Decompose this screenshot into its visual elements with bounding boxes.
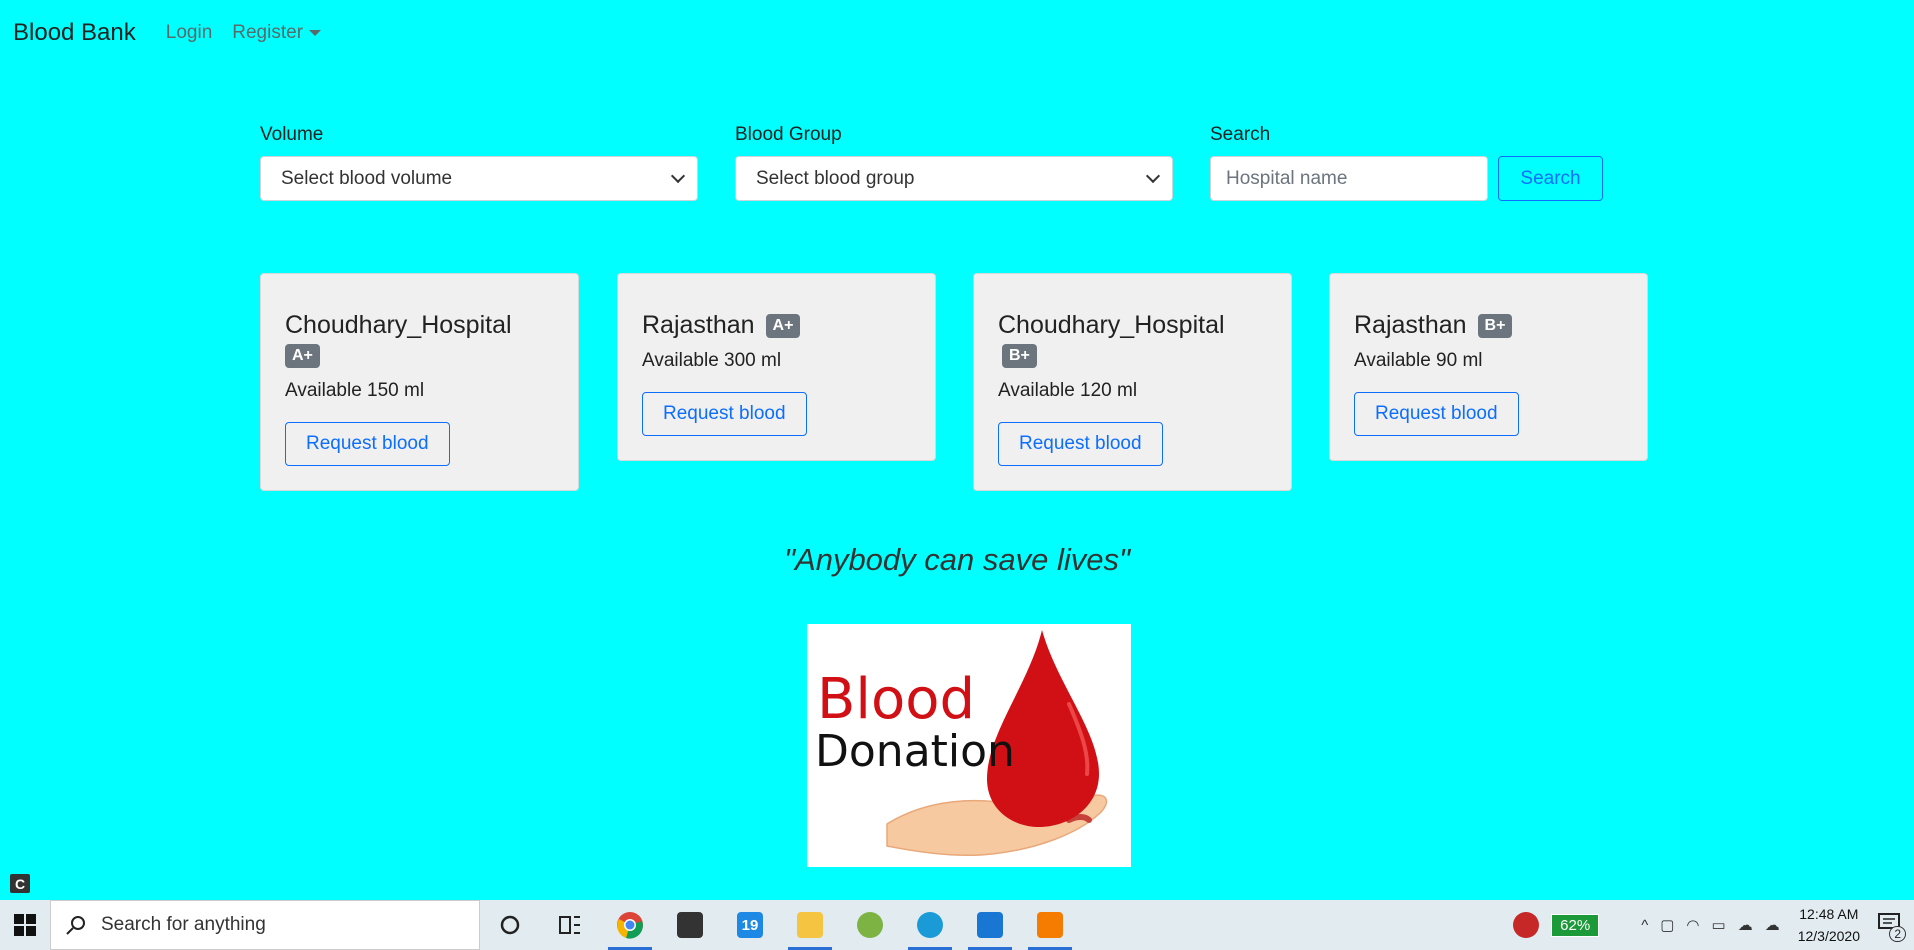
- logo-text-blood: Blood: [817, 667, 975, 732]
- battery-indicator[interactable]: 62%: [1551, 913, 1600, 937]
- edge-icon[interactable]: [900, 900, 960, 950]
- request-blood-button[interactable]: Request blood: [285, 422, 450, 466]
- clock-time: 12:48 AM: [1799, 906, 1859, 922]
- register-dropdown[interactable]: Register: [232, 22, 322, 44]
- login-link[interactable]: Login: [166, 22, 213, 44]
- cortana-icon[interactable]: [480, 900, 540, 950]
- notification-count-badge: 2: [1889, 925, 1906, 942]
- task-view-icon[interactable]: [540, 900, 600, 950]
- blood-group-badge: A+: [765, 314, 801, 339]
- chevron-up-icon[interactable]: ^: [1641, 917, 1648, 934]
- card-title: Rajasthan B+: [1354, 310, 1623, 340]
- blood-group-badge: B+: [1477, 314, 1513, 339]
- volume-select[interactable]: Select blood volume: [260, 156, 698, 201]
- xampp-icon[interactable]: [1020, 900, 1080, 950]
- notifications-icon[interactable]: 2: [1878, 912, 1906, 942]
- blood-donation-image: Blood Donation: [807, 624, 1131, 867]
- c-app-icon[interactable]: C: [10, 874, 30, 893]
- hospital-search-input[interactable]: Hospital name: [1210, 156, 1488, 201]
- hospital-name: Choudhary_Hospital: [998, 311, 1225, 339]
- hospital-name: Choudhary_Hospital: [285, 311, 512, 339]
- volume-label: Volume: [260, 124, 324, 145]
- windows-taskbar: Search for anything 19 62% ^ ▢ ◠ ▭ ☁ ☁ 1…: [0, 900, 1914, 950]
- card-title: Choudhary_Hospital A+: [285, 310, 554, 370]
- hospital-name: Rajasthan: [642, 311, 755, 339]
- blood-donation-logo: Blood Donation: [815, 630, 1108, 857]
- cloud-icon[interactable]: ☁: [1765, 916, 1780, 934]
- search-button[interactable]: Search: [1498, 156, 1603, 201]
- available-volume: Available 300 ml: [642, 350, 782, 371]
- search-label: Search: [1210, 124, 1271, 145]
- request-blood-button[interactable]: Request blood: [998, 422, 1163, 466]
- file-explorer-icon[interactable]: [780, 900, 840, 950]
- brand-link[interactable]: Blood Bank: [13, 19, 136, 47]
- battery-icon[interactable]: ▭: [1712, 916, 1726, 934]
- available-volume: Available 90 ml: [1354, 350, 1483, 371]
- taskbar-search-placeholder: Search for anything: [101, 914, 266, 935]
- volume-filter: Volume Select blood volume: [260, 124, 698, 201]
- blood-card: Choudhary_Hospital B+ Available 120 ml R…: [973, 273, 1292, 491]
- available-volume: Available 120 ml: [998, 380, 1138, 401]
- request-blood-button[interactable]: Request blood: [642, 392, 807, 436]
- antivirus-icon[interactable]: [1513, 912, 1540, 938]
- volume-select-value: Select blood volume: [281, 167, 453, 189]
- chrome-icon[interactable]: [600, 900, 660, 950]
- logo-text-donation: Donation: [815, 726, 1015, 777]
- android-studio-icon[interactable]: [840, 900, 900, 950]
- blood-card: Choudhary_Hospital A+ Available 150 ml R…: [260, 273, 579, 491]
- search-icon: [66, 916, 85, 935]
- blood-group-label: Blood Group: [735, 124, 842, 145]
- chevron-down-icon: [670, 168, 686, 184]
- windows-start-icon[interactable]: [0, 900, 50, 950]
- caret-down-icon: [309, 30, 322, 36]
- store-icon[interactable]: [660, 900, 720, 950]
- wifi-icon[interactable]: ◠: [1686, 916, 1699, 934]
- register-label: Register: [232, 22, 304, 43]
- clock[interactable]: 12:48 AM 12/3/2020: [1798, 903, 1860, 947]
- meet-now-icon[interactable]: ▢: [1660, 916, 1674, 934]
- card-title: Rajasthan A+: [642, 310, 911, 340]
- clock-date: 12/3/2020: [1797, 928, 1860, 944]
- tagline-quote: "Anybody can save lives": [784, 542, 1130, 577]
- taskbar-search-input[interactable]: Search for anything: [50, 900, 480, 950]
- blood-group-badge: B+: [1002, 344, 1037, 369]
- blood-group-filter: Blood Group Select blood group: [735, 124, 1173, 201]
- calendar-app-icon[interactable]: 19: [720, 900, 780, 950]
- navbar: Blood Bank Login Register: [0, 0, 1914, 66]
- blood-group-select-value: Select blood group: [756, 167, 915, 189]
- blood-card: Rajasthan B+ Available 90 ml Request blo…: [1329, 273, 1648, 461]
- system-tray: 62% ^ ▢ ◠ ▭ ☁ ☁ 12:48 AM 12/3/2020 2: [1513, 900, 1914, 950]
- blood-card: Rajasthan A+ Available 300 ml Request bl…: [617, 273, 936, 461]
- hospital-name: Rajasthan: [1354, 311, 1467, 339]
- onedrive-icon[interactable]: ☁: [1738, 916, 1753, 934]
- vscode-icon[interactable]: [960, 900, 1020, 950]
- request-blood-button[interactable]: Request blood: [1354, 392, 1519, 436]
- search-filter: Search Hospital name Search: [1210, 124, 1603, 201]
- chevron-down-icon: [1145, 168, 1161, 184]
- available-volume: Available 150 ml: [285, 380, 425, 401]
- blood-group-badge: A+: [285, 344, 320, 369]
- blood-group-select[interactable]: Select blood group: [735, 156, 1173, 201]
- card-title: Choudhary_Hospital B+: [998, 310, 1267, 370]
